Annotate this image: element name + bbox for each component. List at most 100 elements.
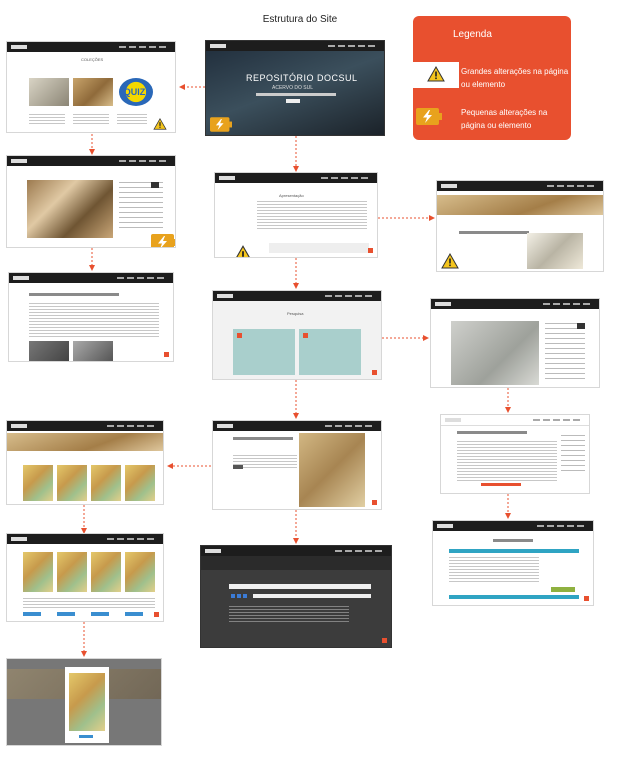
map-thumb	[91, 552, 121, 592]
article-tags	[481, 483, 521, 486]
quiz-submit-button	[551, 587, 575, 592]
quiz-question-bar	[449, 549, 579, 553]
apresentacao-title: Apresentação	[279, 193, 304, 198]
home-tagline	[256, 93, 336, 96]
collection-thumb-book	[29, 78, 69, 106]
screen-maps-list	[6, 533, 164, 622]
article-photo	[29, 341, 69, 361]
map-button	[233, 465, 243, 469]
screen-quiz	[432, 520, 594, 606]
document-image	[451, 321, 539, 385]
maps-banner	[7, 433, 163, 451]
map-thumb	[125, 552, 155, 592]
screen-navbar	[215, 173, 377, 183]
back-to-top-button	[382, 638, 387, 643]
screen-navbar	[213, 291, 381, 301]
painting-sidebar	[119, 182, 163, 228]
card-icon	[237, 333, 242, 338]
collections-title: COLEÇÕES	[81, 57, 104, 62]
screen-document-viewer	[430, 298, 600, 388]
map-thumb	[23, 465, 53, 501]
screen-navbar	[206, 41, 384, 51]
screen-apresentacao: Apresentação	[214, 172, 378, 258]
back-to-top-button	[154, 612, 159, 617]
screen-map-detail	[212, 420, 382, 510]
collection-thumb-map	[73, 78, 113, 106]
back-to-top-button	[372, 370, 377, 375]
collections-text	[29, 114, 65, 126]
lightning-bolt-icon	[416, 108, 442, 125]
screen-navbar	[7, 534, 163, 544]
pesquisa-title: Pesquisa	[287, 311, 304, 316]
back-to-top-button	[584, 596, 589, 601]
home-banner-title: REPOSITÓRIO DOCSUL	[246, 73, 358, 83]
screen-collections: COLEÇÕES QUIZ!	[6, 41, 176, 133]
map-heading	[233, 437, 293, 440]
comments-header	[201, 556, 391, 570]
engraving-banner	[437, 195, 603, 215]
home-banner-subtitle: ACERVO DO SUL	[272, 85, 314, 91]
article-sidebar	[561, 435, 585, 475]
screen-navbar	[7, 421, 163, 431]
apresentacao-text	[257, 201, 367, 231]
warning-icon	[236, 245, 250, 257]
apresentacao-footer-band	[269, 243, 369, 253]
warning-icon	[427, 66, 445, 82]
map-image	[299, 433, 365, 507]
collections-text	[117, 114, 147, 126]
map-thumb	[57, 465, 87, 501]
comment-share-icons	[231, 594, 249, 598]
legend-minor-label: Pequenas alterações na página ou element…	[461, 108, 548, 130]
screen-navbar	[433, 521, 593, 531]
document-search-button	[577, 323, 585, 329]
card-icon	[303, 333, 308, 338]
screen-comments	[200, 545, 392, 648]
article-text	[29, 303, 159, 339]
pesquisa-card	[233, 329, 295, 375]
screen-navbar	[201, 546, 391, 556]
home-button	[286, 99, 300, 103]
legend-title: Legenda	[453, 29, 492, 40]
screen-collection-painting	[6, 155, 176, 248]
lightning-bolt-icon	[151, 234, 175, 247]
collections-text	[73, 114, 109, 126]
screen-collection-engraving	[436, 180, 604, 272]
legend-panel: Legenda Grandes alterações na página ou …	[413, 16, 571, 140]
engraving-image	[527, 233, 583, 269]
screen-article-left	[8, 272, 174, 362]
quiz-heading	[493, 539, 533, 542]
comment-input	[229, 584, 371, 589]
screen-home: REPOSITÓRIO DOCSUL ACERVO DO SUL	[205, 40, 385, 136]
screen-pesquisa: Pesquisa	[212, 290, 382, 380]
screen-map-lightbox	[6, 658, 162, 746]
map-thumb	[91, 465, 121, 501]
map-buttons	[23, 612, 155, 616]
lightning-bolt-icon	[210, 117, 232, 132]
back-to-top-button	[372, 500, 377, 505]
screen-maps-grid	[6, 420, 164, 505]
map-caption	[23, 598, 155, 608]
painting-image	[27, 180, 113, 238]
screen-navbar	[213, 421, 381, 431]
screen-navbar	[7, 156, 175, 166]
comment-box	[253, 594, 371, 598]
screen-article-right	[440, 414, 590, 494]
article-photo	[73, 341, 113, 361]
quiz-options	[449, 557, 539, 583]
article-text	[457, 441, 557, 481]
back-to-top-button	[368, 248, 373, 253]
legend-major-label: Grandes alterações na página ou elemento	[461, 67, 569, 89]
screen-navbar	[431, 299, 599, 309]
back-to-top-button	[164, 352, 169, 357]
quiz-badge: QUIZ!	[119, 78, 153, 106]
diagram-title: Estrutura do Site	[262, 14, 338, 25]
pesquisa-card	[299, 329, 361, 375]
map-thumb	[57, 552, 87, 592]
document-sidebar	[545, 323, 585, 381]
warning-icon	[153, 118, 167, 130]
lightbox-map	[69, 673, 105, 731]
comment-text	[229, 606, 349, 622]
screen-navbar	[9, 273, 173, 283]
article-heading	[457, 431, 527, 434]
painting-search-button	[151, 182, 159, 188]
